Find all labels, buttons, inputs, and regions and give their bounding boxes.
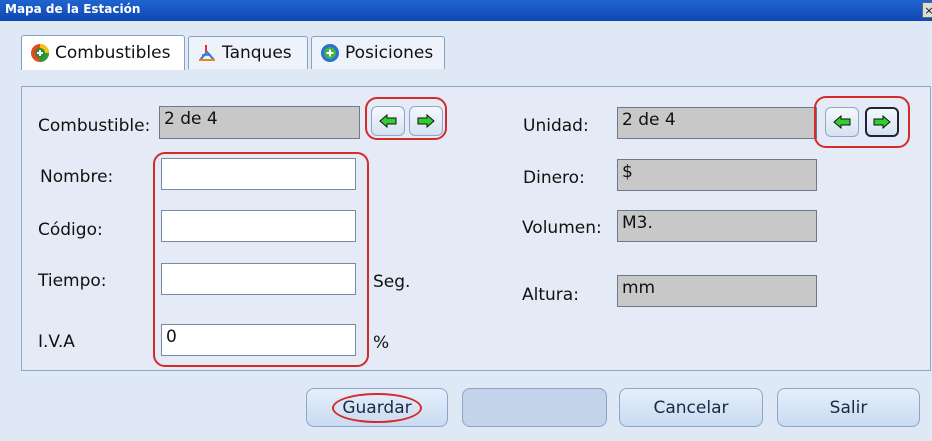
nombre-label: Nombre: — [40, 167, 114, 187]
cancelar-button[interactable]: Cancelar — [619, 388, 763, 427]
combustible-label: Combustible: — [38, 116, 151, 136]
arrow-right-icon — [873, 115, 891, 129]
tab-combustibles-label: Combustibles — [55, 43, 171, 63]
codigo-input[interactable] — [161, 210, 356, 242]
guardar-button[interactable]: Guardar — [306, 388, 448, 427]
dinero-label: Dinero: — [523, 168, 585, 188]
close-icon[interactable]: × — [922, 2, 932, 18]
unidad-label: Unidad: — [523, 116, 589, 136]
blank-button[interactable] — [462, 388, 607, 427]
tiempo-unit: Seg. — [373, 272, 411, 292]
tiempo-label: Tiempo: — [38, 271, 107, 291]
arrow-right-icon — [417, 114, 435, 128]
altura-field: mm — [617, 275, 817, 307]
tab-posiciones[interactable]: Posiciones — [311, 36, 445, 69]
arrow-left-icon — [379, 114, 397, 128]
fuel-plus-icon — [31, 44, 49, 62]
window-title: Mapa de la Estación — [5, 2, 141, 16]
tab-posiciones-label: Posiciones — [345, 43, 434, 63]
altura-label: Altura: — [522, 285, 579, 305]
guardar-label: Guardar — [332, 392, 422, 423]
combustible-prev-button[interactable] — [371, 106, 405, 136]
combustible-next-button[interactable] — [409, 106, 443, 136]
arrow-left-icon — [833, 115, 851, 129]
tiempo-input[interactable] — [161, 263, 356, 295]
nombre-input[interactable] — [161, 158, 356, 190]
combustible-field: 2 de 4 — [159, 106, 360, 139]
iva-label: I.V.A — [38, 332, 75, 352]
volumen-field: M3. — [617, 210, 817, 242]
tab-tanques-label: Tanques — [222, 43, 292, 63]
unidad-next-button[interactable] — [865, 107, 899, 137]
iva-input[interactable]: 0 — [161, 324, 356, 356]
unidad-prev-button[interactable] — [825, 107, 859, 137]
salir-button[interactable]: Salir — [777, 388, 920, 427]
tab-combustibles[interactable]: Combustibles — [21, 35, 185, 70]
positions-plus-icon — [321, 44, 339, 62]
codigo-label: Código: — [38, 220, 103, 240]
iva-unit: % — [373, 333, 390, 353]
volumen-label: Volumen: — [522, 218, 602, 238]
dinero-field: $ — [617, 159, 817, 191]
unidad-field: 2 de 4 — [617, 107, 817, 139]
tanks-icon — [199, 45, 215, 61]
tab-tanques[interactable]: Tanques — [188, 36, 308, 69]
